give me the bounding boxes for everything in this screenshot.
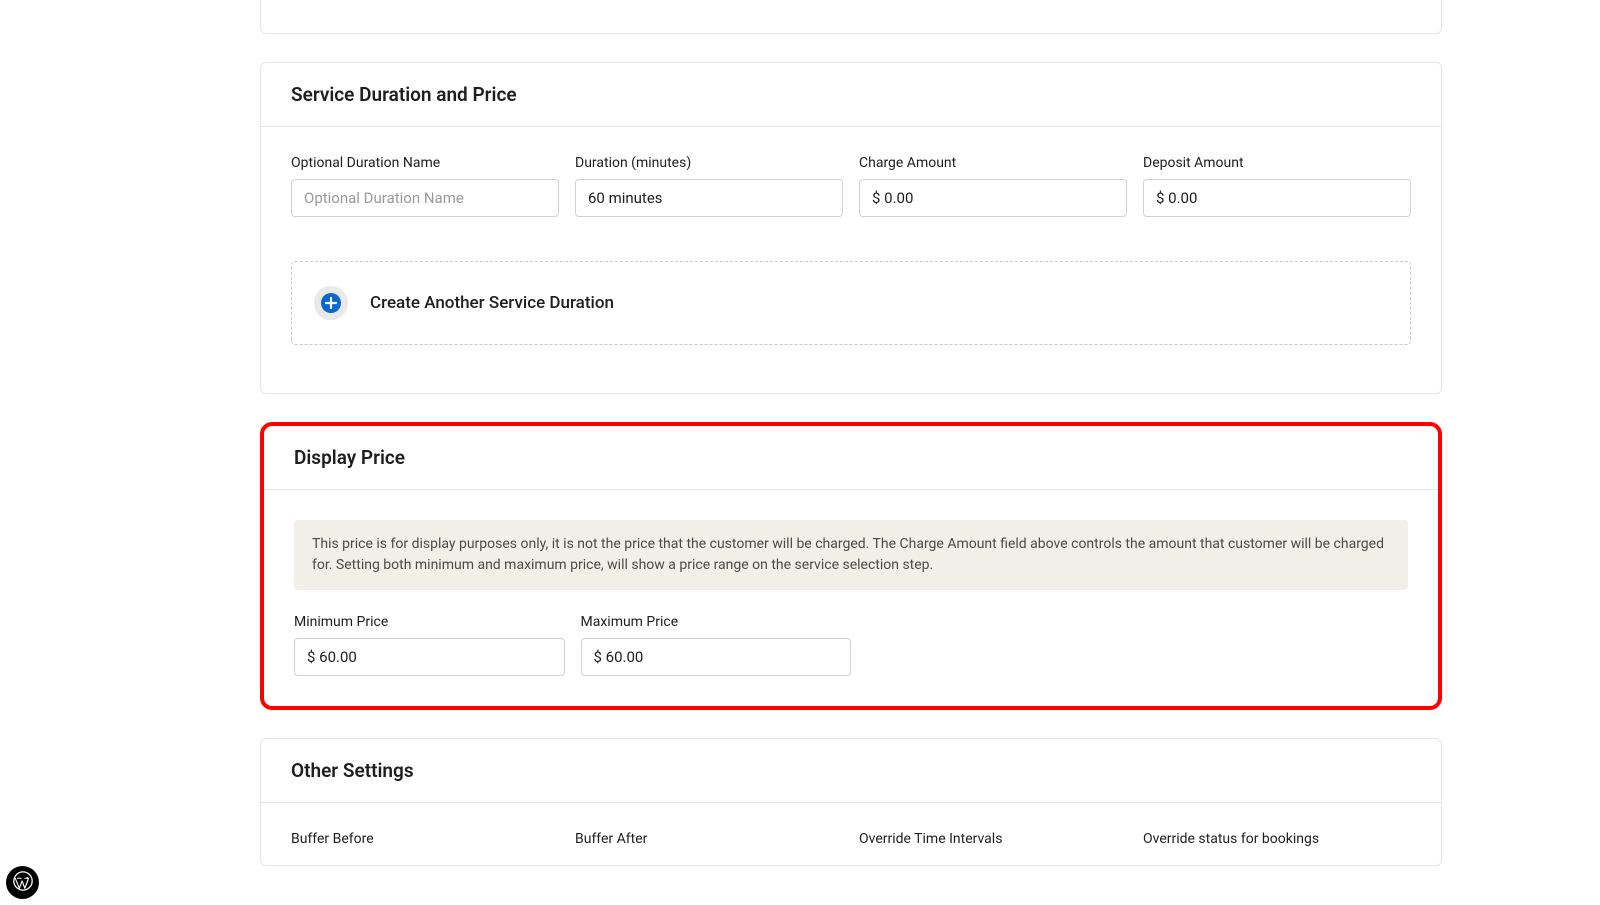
card-header: Service Duration and Price xyxy=(261,63,1441,127)
card-title-service-duration: Service Duration and Price xyxy=(291,83,1411,106)
form-group-override-status: Override status for bookings xyxy=(1143,831,1411,855)
card-body: Buffer Before Buffer After Override Time… xyxy=(261,803,1441,865)
form-group-charge-amount: Charge Amount xyxy=(859,155,1127,217)
previous-card-bottom xyxy=(260,0,1442,34)
label-min-price: Minimum Price xyxy=(294,614,565,630)
display-price-card: Display Price This price is for display … xyxy=(260,422,1442,710)
input-duration-name[interactable] xyxy=(291,179,559,217)
form-group-deposit-amount: Deposit Amount xyxy=(1143,155,1411,217)
input-deposit-amount[interactable] xyxy=(1143,179,1411,217)
service-duration-card: Service Duration and Price Optional Dura… xyxy=(260,62,1442,394)
card-title-other-settings: Other Settings xyxy=(291,759,1411,782)
wordpress-badge[interactable] xyxy=(6,866,39,899)
input-min-price[interactable] xyxy=(294,638,565,676)
form-group-max-price: Maximum Price xyxy=(581,614,852,676)
card-title-display-price: Display Price xyxy=(294,446,1408,469)
other-settings-row: Buffer Before Buffer After Override Time… xyxy=(291,831,1411,855)
label-max-price: Maximum Price xyxy=(581,614,852,630)
input-max-price[interactable] xyxy=(581,638,852,676)
content-area: Service Duration and Price Optional Dura… xyxy=(0,0,1600,866)
form-group-override-intervals: Override Time Intervals xyxy=(859,831,1127,855)
form-group-duration-name: Optional Duration Name xyxy=(291,155,559,217)
input-duration-minutes[interactable] xyxy=(575,179,843,217)
card-body: This price is for display purposes only,… xyxy=(264,490,1438,706)
form-group-buffer-after: Buffer After xyxy=(575,831,843,855)
plus-icon xyxy=(321,293,341,313)
label-buffer-before: Buffer Before xyxy=(291,831,559,847)
label-charge-amount: Charge Amount xyxy=(859,155,1127,171)
other-settings-card: Other Settings Buffer Before Buffer Afte… xyxy=(260,738,1442,866)
form-group-min-price: Minimum Price xyxy=(294,614,565,676)
card-header: Other Settings xyxy=(261,739,1441,803)
input-charge-amount[interactable] xyxy=(859,179,1127,217)
label-deposit-amount: Deposit Amount xyxy=(1143,155,1411,171)
display-price-row: Minimum Price Maximum Price xyxy=(294,614,851,676)
label-override-status: Override status for bookings xyxy=(1143,831,1411,847)
label-override-intervals: Override Time Intervals xyxy=(859,831,1127,847)
form-group-buffer-before: Buffer Before xyxy=(291,831,559,855)
label-duration-name: Optional Duration Name xyxy=(291,155,559,171)
label-buffer-after: Buffer After xyxy=(575,831,843,847)
display-price-info: This price is for display purposes only,… xyxy=(294,520,1408,590)
plus-icon-wrap xyxy=(314,286,348,320)
form-group-duration-minutes: Duration (minutes) xyxy=(575,155,843,217)
add-duration-button[interactable]: Create Another Service Duration xyxy=(291,261,1411,345)
duration-form-row: Optional Duration Name Duration (minutes… xyxy=(291,155,1411,217)
add-duration-label: Create Another Service Duration xyxy=(370,293,614,313)
card-header: Display Price xyxy=(264,426,1438,490)
wordpress-icon xyxy=(12,870,34,896)
label-duration-minutes: Duration (minutes) xyxy=(575,155,843,171)
card-body: Optional Duration Name Duration (minutes… xyxy=(261,127,1441,393)
